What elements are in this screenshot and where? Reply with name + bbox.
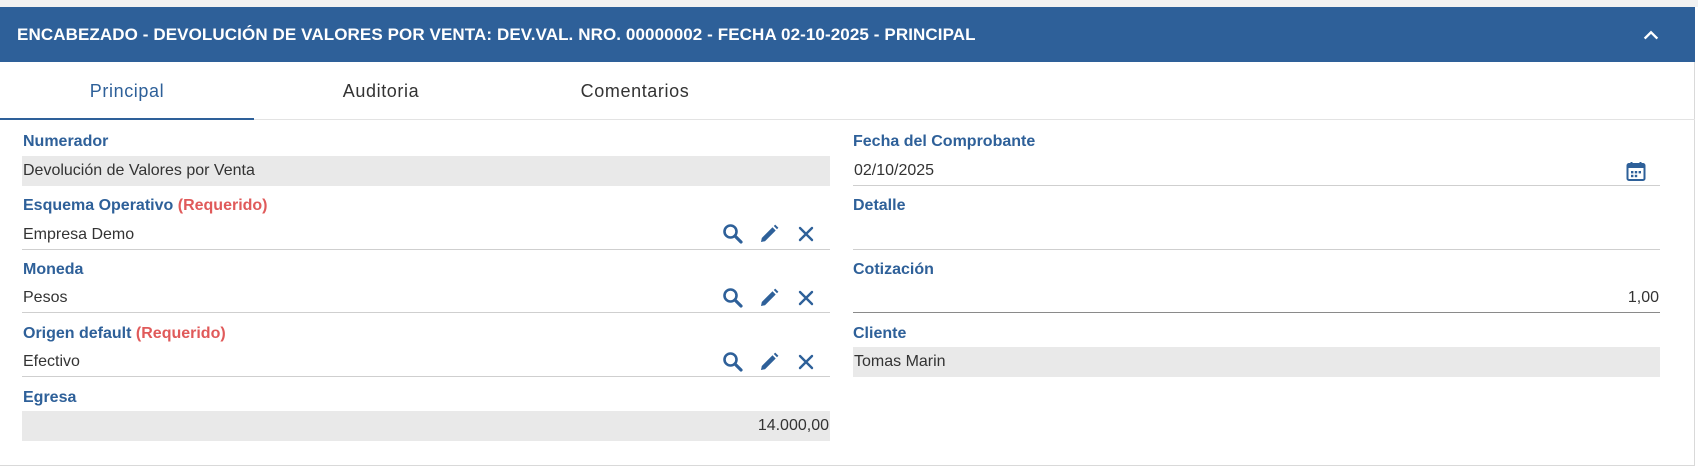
origen-required-text: (Requerido) bbox=[135, 325, 226, 342]
cliente-field: Tomas Marin bbox=[853, 347, 1660, 377]
cotizacion-label: Cotización bbox=[853, 261, 934, 278]
fecha-field[interactable]: 02/10/2025 bbox=[853, 156, 1660, 186]
esquema-required-text: (Requerido) bbox=[177, 197, 268, 214]
tab-auditoria[interactable]: Auditoria bbox=[254, 62, 508, 120]
esquema-pencil-icon[interactable] bbox=[757, 222, 781, 246]
origen-label: Origen default (Requerido) bbox=[23, 325, 226, 343]
origen-search-icon[interactable] bbox=[721, 350, 745, 374]
numerador-label: Numerador bbox=[23, 133, 109, 150]
detalle-label: Detalle bbox=[853, 197, 906, 214]
moneda-pencil-icon[interactable] bbox=[757, 286, 781, 310]
detalle-field[interactable] bbox=[853, 220, 1660, 250]
moneda-label: Moneda bbox=[23, 261, 84, 278]
fecha-label: Fecha del Comprobante bbox=[853, 133, 1036, 150]
top-strip bbox=[0, 0, 1698, 7]
tab-principal[interactable]: Principal bbox=[0, 62, 254, 120]
cotizacion-field[interactable]: 1,00 bbox=[853, 283, 1660, 313]
esquema-close-icon[interactable] bbox=[794, 222, 818, 246]
origen-field[interactable]: Efectivo bbox=[22, 347, 830, 377]
esquema-search-icon[interactable] bbox=[721, 222, 745, 246]
moneda-field[interactable]: Pesos bbox=[22, 283, 830, 313]
page: ENCABEZADO - DEVOLUCIÓN DE VALORES POR V… bbox=[0, 0, 1698, 467]
moneda-search-icon[interactable] bbox=[721, 286, 745, 310]
panel-title: ENCABEZADO - DEVOLUCIÓN DE VALORES POR V… bbox=[17, 25, 976, 44]
numerador-field: Devolución de Valores por Venta bbox=[22, 156, 830, 186]
esquema-label: Esquema Operativo (Requerido) bbox=[23, 197, 268, 215]
egresa-label: Egresa bbox=[23, 389, 77, 406]
tab-bar: Principal Auditoria Comentarios bbox=[0, 62, 1695, 120]
chevron-up-icon[interactable] bbox=[1640, 24, 1662, 46]
esquema-field[interactable]: Empresa Demo bbox=[22, 220, 830, 250]
cliente-label: Cliente bbox=[853, 325, 907, 342]
moneda-close-icon[interactable] bbox=[794, 286, 818, 310]
tab-comentarios[interactable]: Comentarios bbox=[508, 62, 762, 120]
header-panel: ENCABEZADO - DEVOLUCIÓN DE VALORES POR V… bbox=[0, 7, 1695, 466]
origen-label-text: Origen default bbox=[23, 325, 132, 342]
esquema-label-text: Esquema Operativo bbox=[23, 197, 174, 214]
origen-close-icon[interactable] bbox=[794, 350, 818, 374]
origen-pencil-icon[interactable] bbox=[757, 350, 781, 374]
panel-header[interactable]: ENCABEZADO - DEVOLUCIÓN DE VALORES POR V… bbox=[0, 7, 1695, 62]
calendar-icon[interactable] bbox=[1624, 159, 1648, 183]
egresa-field: 14.000,00 bbox=[22, 411, 830, 441]
